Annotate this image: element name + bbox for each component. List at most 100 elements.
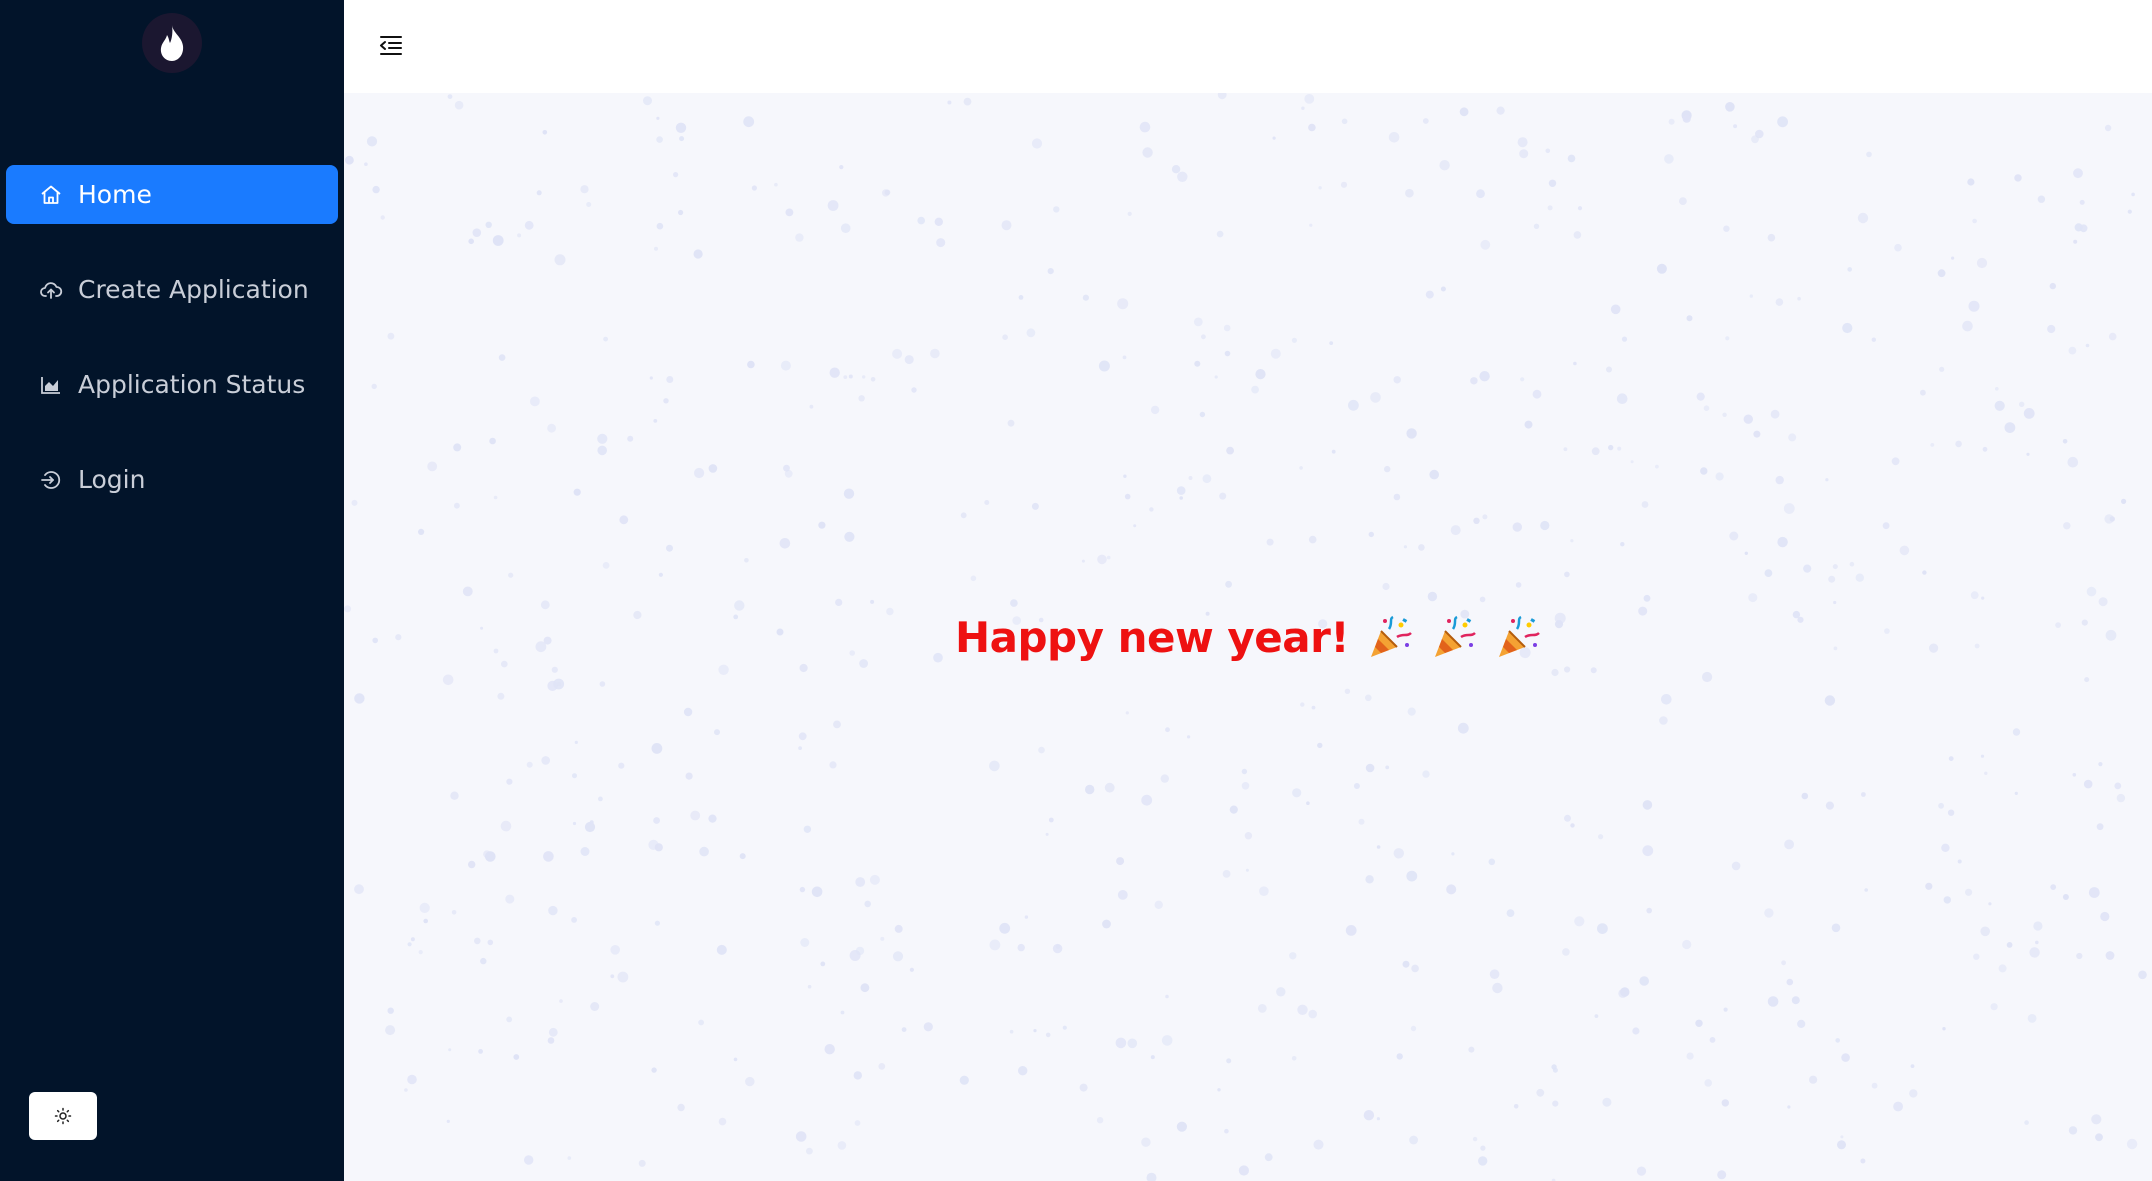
snow-dot bbox=[1930, 443, 1935, 447]
snow-dot bbox=[1564, 814, 1571, 822]
snow-dot bbox=[936, 238, 946, 248]
snow-dot bbox=[1731, 861, 1741, 871]
snow-dot bbox=[999, 922, 1011, 934]
sidebar-item-create-application[interactable]: Create Application bbox=[6, 260, 338, 319]
snow-dot bbox=[774, 182, 778, 187]
snow-dot bbox=[1548, 179, 1557, 187]
snow-dot bbox=[1272, 136, 1276, 140]
snow-dot bbox=[547, 423, 556, 433]
snow-dot bbox=[1149, 507, 1154, 512]
snow-dot bbox=[1127, 1038, 1138, 1049]
snow-dot bbox=[567, 1156, 572, 1160]
menu-fold-button[interactable] bbox=[376, 30, 406, 60]
snow-dot bbox=[1957, 859, 1962, 864]
snow-dot bbox=[1308, 535, 1317, 544]
snow-dot bbox=[824, 1044, 835, 1055]
snow-dot bbox=[1573, 361, 1577, 366]
sidebar: Home Create Application Application Stat… bbox=[0, 0, 344, 1181]
snow-dot bbox=[1251, 385, 1259, 394]
snow-dot bbox=[1038, 746, 1045, 754]
snow-dot bbox=[1709, 1037, 1716, 1043]
snow-dot bbox=[1767, 233, 1776, 242]
snow-dot bbox=[1292, 788, 1302, 798]
snow-dot bbox=[1422, 118, 1429, 124]
snow-dot bbox=[2131, 192, 2135, 197]
snow-dot bbox=[1388, 132, 1400, 143]
snow-dot bbox=[1725, 336, 1730, 341]
snow-dot bbox=[1781, 960, 1786, 966]
snow-dot bbox=[799, 663, 808, 673]
snow-dot bbox=[1045, 832, 1049, 836]
snow-dot bbox=[1552, 1067, 1558, 1073]
snow-dot bbox=[366, 136, 378, 147]
snow-dot bbox=[656, 222, 664, 230]
sidebar-item-home[interactable]: Home bbox=[6, 165, 338, 224]
snow-dot bbox=[2098, 762, 2103, 767]
snow-dot bbox=[1301, 106, 1305, 110]
snow-dot bbox=[708, 464, 718, 473]
snow-dot bbox=[1606, 366, 1612, 373]
snow-dot bbox=[2037, 195, 2046, 203]
snow-dot bbox=[478, 1049, 483, 1054]
snow-dot bbox=[1259, 886, 1269, 896]
snow-dot bbox=[1193, 317, 1203, 327]
snow-dot bbox=[2014, 791, 2018, 796]
snow-dot bbox=[843, 375, 848, 379]
snow-dot bbox=[2086, 586, 2097, 597]
snow-dot bbox=[2067, 456, 2079, 468]
snow-dot bbox=[2088, 887, 2100, 898]
snow-dot bbox=[1668, 118, 1675, 125]
sidebar-item-application-status[interactable]: Application Status bbox=[6, 355, 338, 414]
snow-dot bbox=[1857, 212, 1869, 224]
snow-dot bbox=[1632, 1027, 1640, 1035]
snow-dot bbox=[586, 202, 592, 207]
snow-dot bbox=[1117, 298, 1129, 310]
snow-dot bbox=[829, 761, 837, 769]
snow-dot bbox=[1715, 472, 1724, 481]
snow-dot bbox=[1427, 591, 1438, 602]
snow-dot bbox=[602, 562, 610, 569]
snow-dot bbox=[1748, 593, 1758, 603]
snow-dot bbox=[858, 395, 865, 402]
sidebar-item-login[interactable]: Login bbox=[6, 450, 338, 509]
snow-dot bbox=[1893, 1101, 1903, 1112]
snow-dot bbox=[1536, 1088, 1545, 1097]
snow-dot bbox=[854, 1120, 861, 1126]
snow-dot bbox=[1479, 371, 1490, 382]
theme-toggle-button[interactable] bbox=[29, 1092, 97, 1140]
logo[interactable] bbox=[142, 13, 202, 73]
sidebar-item-label: Application Status bbox=[78, 370, 306, 399]
snow-dot bbox=[1393, 493, 1401, 501]
snow-dot bbox=[1620, 542, 1625, 547]
snow-dot bbox=[2024, 1120, 2029, 1125]
snow-dot bbox=[1729, 531, 1739, 541]
snow-dot bbox=[1937, 269, 1946, 278]
snow-dot bbox=[806, 1147, 813, 1155]
snow-dot bbox=[1165, 994, 1169, 999]
snow-dot bbox=[678, 209, 684, 216]
snow-dot bbox=[1329, 341, 1334, 345]
snow-dot bbox=[1225, 580, 1232, 588]
snow-dot bbox=[447, 94, 453, 99]
snow-dot bbox=[1825, 801, 1834, 810]
snow-dot bbox=[2023, 408, 2035, 419]
snow-dot bbox=[970, 575, 977, 582]
snow-dot bbox=[1009, 1029, 1014, 1034]
snow-dot bbox=[454, 502, 460, 509]
snow-dot bbox=[603, 336, 608, 342]
snow-dot bbox=[653, 419, 658, 423]
snow-dot bbox=[862, 375, 866, 379]
snow-dot bbox=[354, 693, 365, 704]
snow-dot bbox=[1451, 852, 1455, 856]
snow-dot bbox=[536, 190, 542, 196]
snow-dot bbox=[2068, 1126, 2078, 1135]
snow-dot bbox=[1179, 496, 1183, 500]
snow-dot bbox=[1574, 916, 1585, 927]
party-popper-icon bbox=[1435, 615, 1476, 657]
snow-dot bbox=[892, 348, 903, 359]
snow-dot bbox=[656, 116, 660, 120]
snow-dot bbox=[855, 946, 865, 956]
snow-dot bbox=[1476, 189, 1485, 199]
snow-dot bbox=[829, 367, 840, 378]
snow-dot bbox=[407, 1074, 417, 1085]
